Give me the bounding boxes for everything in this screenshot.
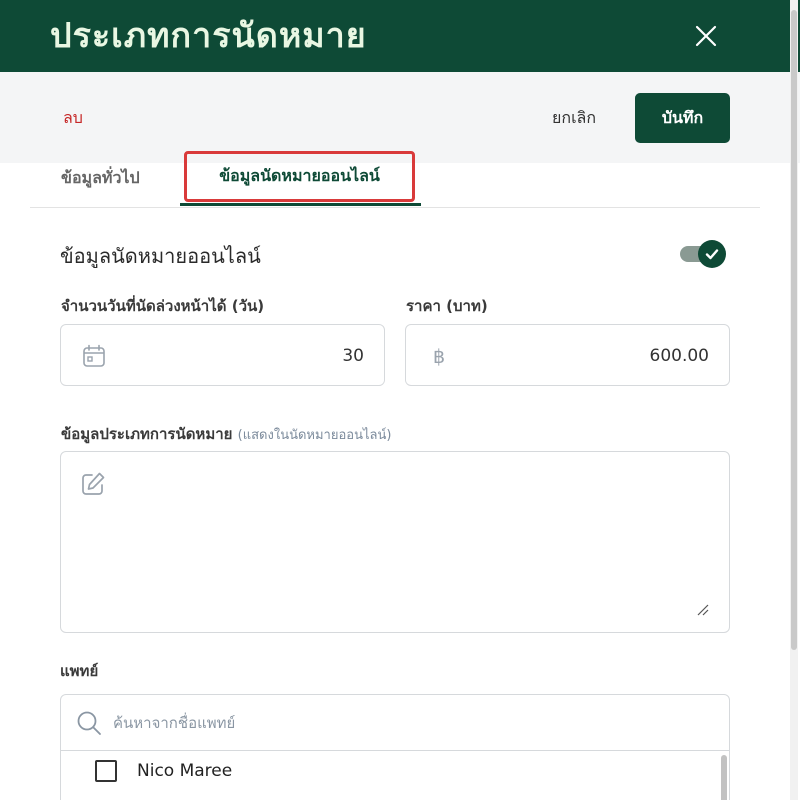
tabs-divider bbox=[30, 207, 760, 208]
page-scrollbar[interactable] bbox=[790, 0, 798, 800]
resize-handle-icon[interactable] bbox=[697, 604, 709, 616]
description-label: ข้อมูลประเภทการนัดหมาย (แสดงในนัดหมายออน… bbox=[61, 423, 391, 447]
advance-days-label: จำนวนวันที่นัดล่วงหน้าได้ (วัน) bbox=[61, 297, 265, 315]
edit-icon bbox=[82, 472, 105, 495]
doctor-search-input[interactable] bbox=[113, 707, 703, 739]
close-icon bbox=[695, 25, 717, 47]
active-tab-indicator bbox=[180, 203, 421, 206]
doctor-name: Nico Maree bbox=[137, 761, 233, 781]
search-icon bbox=[77, 711, 101, 735]
advance-days-field[interactable]: 30 bbox=[60, 324, 385, 386]
advance-days-value: 30 bbox=[342, 346, 364, 366]
doctor-list-scrollbar-thumb[interactable] bbox=[721, 755, 727, 800]
section-title: ข้อมูลนัดหมายออนไลน์ bbox=[60, 244, 261, 268]
price-value: 600.00 bbox=[649, 346, 709, 366]
close-button[interactable] bbox=[688, 18, 724, 54]
calendar-icon bbox=[83, 344, 105, 367]
delete-button[interactable]: ลบ bbox=[63, 106, 83, 130]
tab-general-info[interactable]: ข้อมูลทั่วไป bbox=[61, 166, 140, 190]
doctor-checkbox[interactable] bbox=[95, 760, 117, 782]
cancel-button[interactable]: ยกเลิก bbox=[552, 106, 596, 130]
dialog-title: ประเภทการนัดหมาย bbox=[50, 16, 367, 56]
online-booking-toggle[interactable] bbox=[680, 240, 726, 268]
tab-online-appointment-label: ข้อมูลนัดหมายออนไลน์ bbox=[219, 166, 380, 185]
description-textarea[interactable] bbox=[60, 451, 730, 633]
tab-online-appointment[interactable]: ข้อมูลนัดหมายออนไลน์ bbox=[184, 151, 415, 202]
price-label: ราคา (บาท) bbox=[406, 297, 488, 315]
doctor-list-item[interactable]: Nico Maree bbox=[95, 759, 232, 783]
doctor-search-row bbox=[61, 695, 729, 751]
price-field[interactable]: ฿ 600.00 bbox=[405, 324, 730, 386]
save-button-label: บันทึก bbox=[661, 107, 704, 127]
doctor-label: แพทย์ bbox=[60, 662, 99, 680]
dialog-header: ประเภทการนัดหมาย bbox=[0, 0, 800, 72]
save-button[interactable]: บันทึก bbox=[635, 93, 730, 143]
baht-icon: ฿ bbox=[433, 346, 445, 368]
page-scrollbar-thumb[interactable] bbox=[791, 10, 797, 650]
doctor-list-scrollbar[interactable] bbox=[721, 753, 727, 800]
doctor-select-box: Nico Maree bbox=[60, 694, 730, 800]
svg-text:฿: ฿ bbox=[433, 346, 445, 368]
toggle-knob bbox=[698, 240, 726, 268]
description-hint: (แสดงในนัดหมายออนไลน์) bbox=[237, 428, 392, 443]
description-label-text: ข้อมูลประเภทการนัดหมาย bbox=[61, 425, 233, 443]
check-icon bbox=[705, 249, 719, 260]
